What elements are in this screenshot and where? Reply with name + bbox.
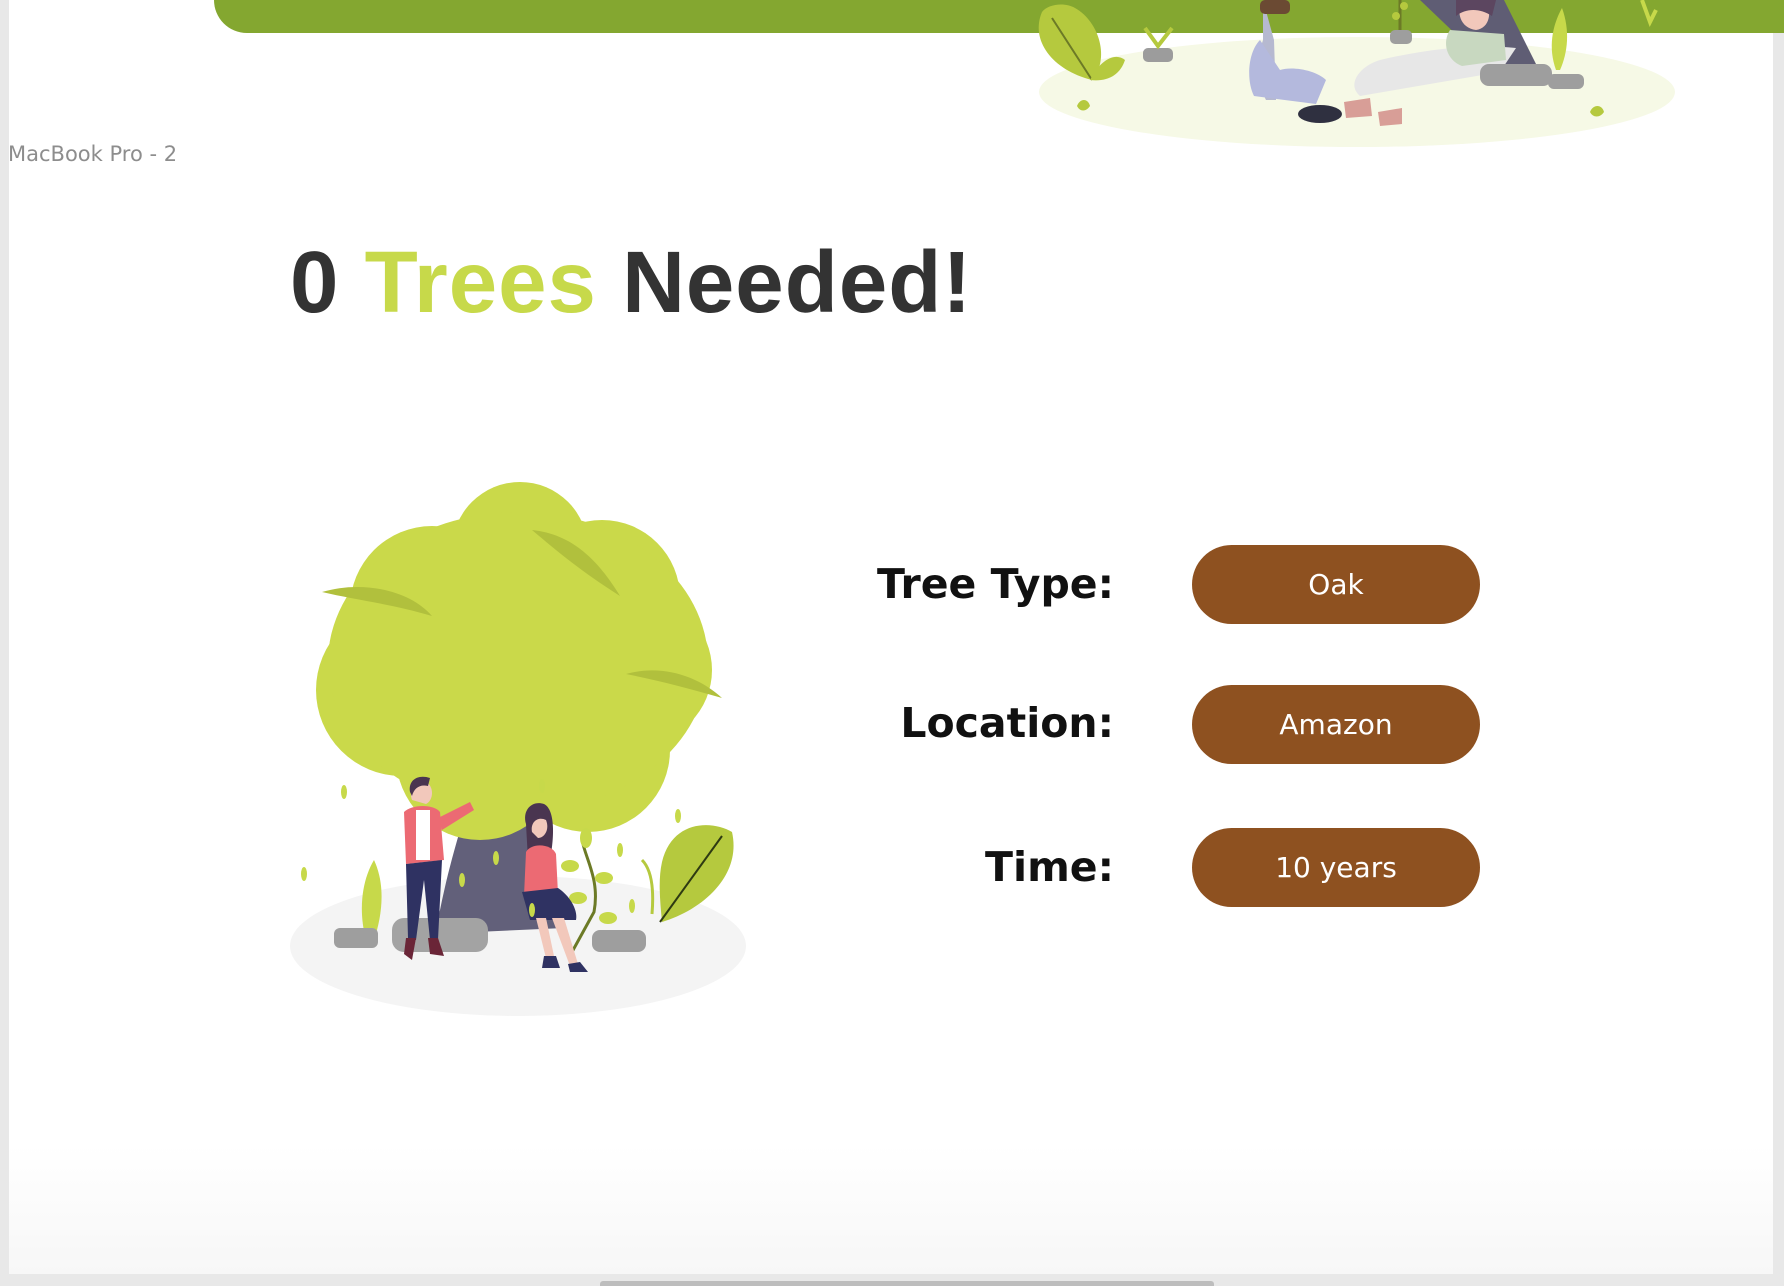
top-illustration — [1038, 0, 1675, 147]
location-button[interactable]: Amazon — [1192, 685, 1480, 764]
tree-illustration — [290, 482, 746, 1016]
title-count: 0 — [290, 234, 340, 331]
frame-label: MacBook Pro - 2 — [8, 142, 178, 166]
page-title: 0 Trees Needed! — [290, 233, 972, 333]
time-label: Time: — [985, 843, 1114, 891]
artboard-fade — [9, 1144, 1773, 1274]
tree-type-button[interactable]: Oak — [1192, 545, 1480, 624]
title-highlight: Trees — [364, 234, 597, 331]
tree-type-label: Tree Type: — [877, 560, 1114, 608]
horizontal-scrollbar[interactable] — [600, 1281, 1214, 1286]
artboard — [9, 0, 1773, 1274]
location-label: Location: — [900, 699, 1114, 747]
title-suffix: Needed! — [622, 234, 973, 331]
time-button[interactable]: 10 years — [1192, 828, 1480, 907]
